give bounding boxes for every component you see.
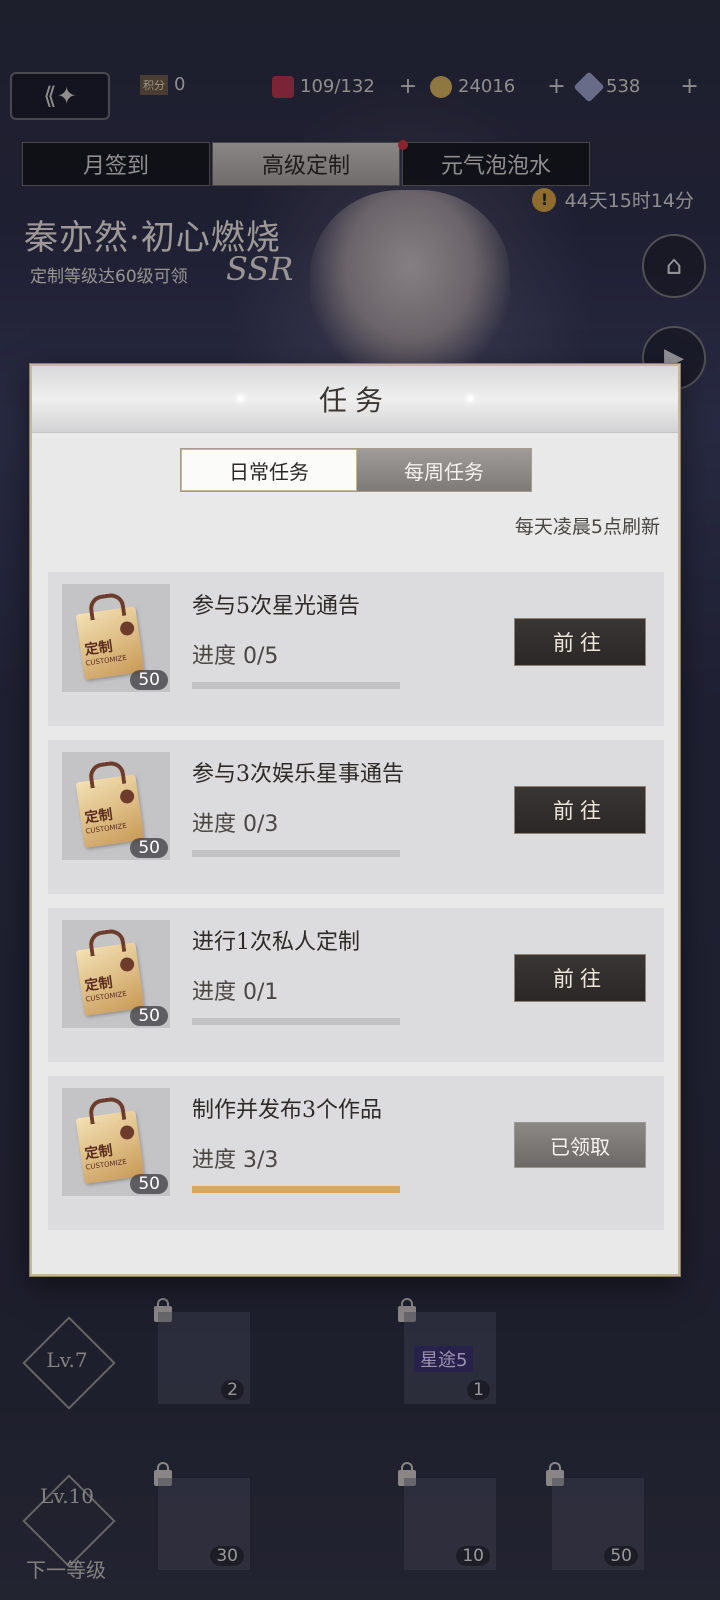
task-name: 参与5次星光通告: [192, 594, 360, 619]
flower-icon: [119, 956, 136, 973]
progress-bar: [192, 682, 400, 689]
tab-weekly-tasks[interactable]: 每周任务: [357, 449, 531, 491]
refresh-note: 每天凌晨5点刷新: [514, 516, 660, 538]
task-progress: 进度 3/3: [192, 1148, 279, 1173]
custom-bag-icon: 定制 CUSTOMIZE: [75, 606, 145, 680]
tab-daily-tasks[interactable]: 日常任务: [181, 449, 357, 491]
sparkle-icon: [468, 396, 473, 401]
reward-quantity: 50: [130, 670, 168, 690]
task-name: 进行1次私人定制: [192, 930, 360, 955]
task-name: 制作并发布3个作品: [192, 1098, 382, 1123]
task-period-tabs: 日常任务 每周任务: [180, 448, 532, 492]
progress-bar: [192, 1018, 400, 1025]
reward-quantity: 50: [130, 838, 168, 858]
flower-icon: [119, 620, 136, 637]
progress-bar: [192, 850, 400, 857]
task-name: 参与3次娱乐星事通告: [192, 762, 404, 787]
reward-thumbnail: 定制 CUSTOMIZE 50: [62, 1088, 170, 1196]
reward-quantity: 50: [130, 1006, 168, 1026]
task-progress: 进度 0/5: [192, 644, 279, 669]
custom-bag-icon: 定制 CUSTOMIZE: [75, 942, 145, 1016]
custom-bag-icon: 定制 CUSTOMIZE: [75, 1110, 145, 1184]
claimed-button[interactable]: 已领取: [514, 1122, 646, 1168]
go-button[interactable]: 前往: [514, 786, 646, 834]
flower-icon: [119, 788, 136, 805]
reward-thumbnail: 定制 CUSTOMIZE 50: [62, 584, 170, 692]
task-modal: 任务 日常任务 每周任务 每天凌晨5点刷新 定制 CUSTOMIZE 50 参与…: [30, 364, 680, 1276]
reward-thumbnail: 定制 CUSTOMIZE 50: [62, 920, 170, 1028]
reward-quantity: 50: [130, 1174, 168, 1194]
task-progress: 进度 0/3: [192, 812, 279, 837]
reward-thumbnail: 定制 CUSTOMIZE 50: [62, 752, 170, 860]
task-row: 定制 CUSTOMIZE 50 参与5次星光通告 进度 0/5 前往: [48, 572, 664, 726]
progress-fill: [192, 1186, 400, 1193]
go-button[interactable]: 前往: [514, 954, 646, 1002]
modal-title: 任务: [318, 384, 391, 417]
flower-icon: [119, 1124, 136, 1141]
progress-bar: [192, 1186, 400, 1193]
custom-bag-icon: 定制 CUSTOMIZE: [75, 774, 145, 848]
task-row: 定制 CUSTOMIZE 50 制作并发布3个作品 进度 3/3 已领取: [48, 1076, 664, 1230]
modal-header: 任务: [32, 366, 678, 433]
go-button[interactable]: 前往: [514, 618, 646, 666]
task-progress: 进度 0/1: [192, 980, 279, 1005]
sparkle-icon: [238, 396, 243, 401]
task-row: 定制 CUSTOMIZE 50 参与3次娱乐星事通告 进度 0/3 前往: [48, 740, 664, 894]
task-row: 定制 CUSTOMIZE 50 进行1次私人定制 进度 0/1 前往: [48, 908, 664, 1062]
